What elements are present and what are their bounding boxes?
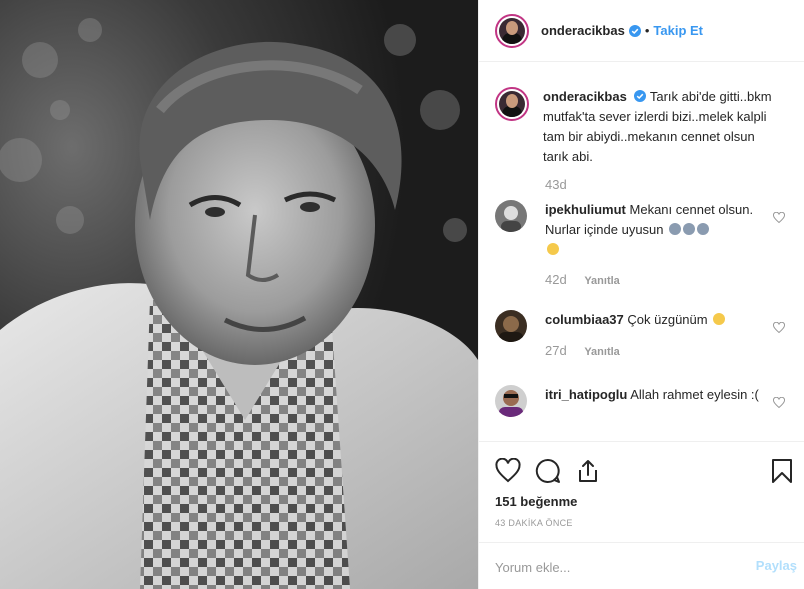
follow-button[interactable]: Takip Et [653,23,703,38]
comments-list[interactable]: onderacikbas Tarık abi'de gitti..bkm mut… [479,63,804,441]
commenter-avatar[interactable] [495,310,527,342]
heart-icon[interactable] [495,458,521,484]
comment-body: Çok üzgünüm [627,312,708,327]
post-actions: 151 beğenme 43 DAKİKA ÖNCE Paylaş [479,441,804,589]
commenter-username[interactable]: itri_hatipoglu [545,387,627,402]
like-comment-heart-icon[interactable] [773,212,785,224]
post-timestamp: 43 DAKİKA ÖNCE [495,518,573,528]
emoji-icon [713,313,726,325]
commenter-username[interactable]: columbiaa37 [545,312,624,327]
commenter-avatar[interactable] [495,200,527,232]
comment-meta: 27d Yanıtla [545,343,620,358]
caption: onderacikbas Tarık abi'de gitti..bkm mut… [495,87,795,192]
comment-text: ipekhuliumut Mekanı cennet olsun. Nurlar… [545,200,765,260]
verified-badge-icon [634,90,647,102]
post-header: onderacikbas • Takip Et [479,0,804,62]
post-comment-button[interactable]: Paylaş [756,558,797,573]
separator-dot: • [644,23,650,38]
commenter-avatar[interactable] [495,385,527,417]
bookmark-icon[interactable] [769,458,795,484]
comment-text: itri_hatipoglu Allah rahmet eylesin :( [545,385,765,405]
emoji-icon [669,223,682,235]
portrait-image [0,0,478,589]
comment-text: columbiaa37 Çok üzgünüm [545,310,765,330]
author-username[interactable]: onderacikbas [541,23,625,38]
comment-input[interactable] [495,557,725,577]
post-details-panel: onderacikbas • Takip Et onderacikbas Tar… [478,0,804,589]
author-avatar[interactable] [495,13,529,48]
emoji-icon [697,223,710,235]
comment-meta: 42d Yanıtla [545,272,620,287]
commenter-username[interactable]: ipekhuliumut [545,202,626,217]
emoji-icon [683,223,696,235]
comment-icon[interactable] [535,458,561,484]
reply-button[interactable]: Yanıtla [584,275,619,287]
post-photo[interactable] [0,0,478,589]
like-comment-heart-icon[interactable] [773,322,785,334]
caption-timestamp: 43d [545,177,567,192]
comment-composer: Paylaş [479,542,804,589]
comment-timestamp: 42d [545,272,567,287]
caption-author-avatar[interactable] [495,87,529,121]
caption-text: onderacikbas Tarık abi'de gitti..bkm mut… [543,87,783,167]
comment-body: Allah rahmet eylesin :( [630,387,759,402]
action-bar [495,458,795,484]
caption-username[interactable]: onderacikbas [543,89,627,104]
share-icon[interactable] [575,458,601,484]
like-comment-heart-icon[interactable] [773,397,785,409]
reply-button[interactable]: Yanıtla [584,346,619,358]
emoji-icon [547,243,559,255]
likes-count[interactable]: 151 beğenme [495,494,577,509]
verified-badge-icon [628,24,641,37]
comment-timestamp: 27d [545,343,567,358]
